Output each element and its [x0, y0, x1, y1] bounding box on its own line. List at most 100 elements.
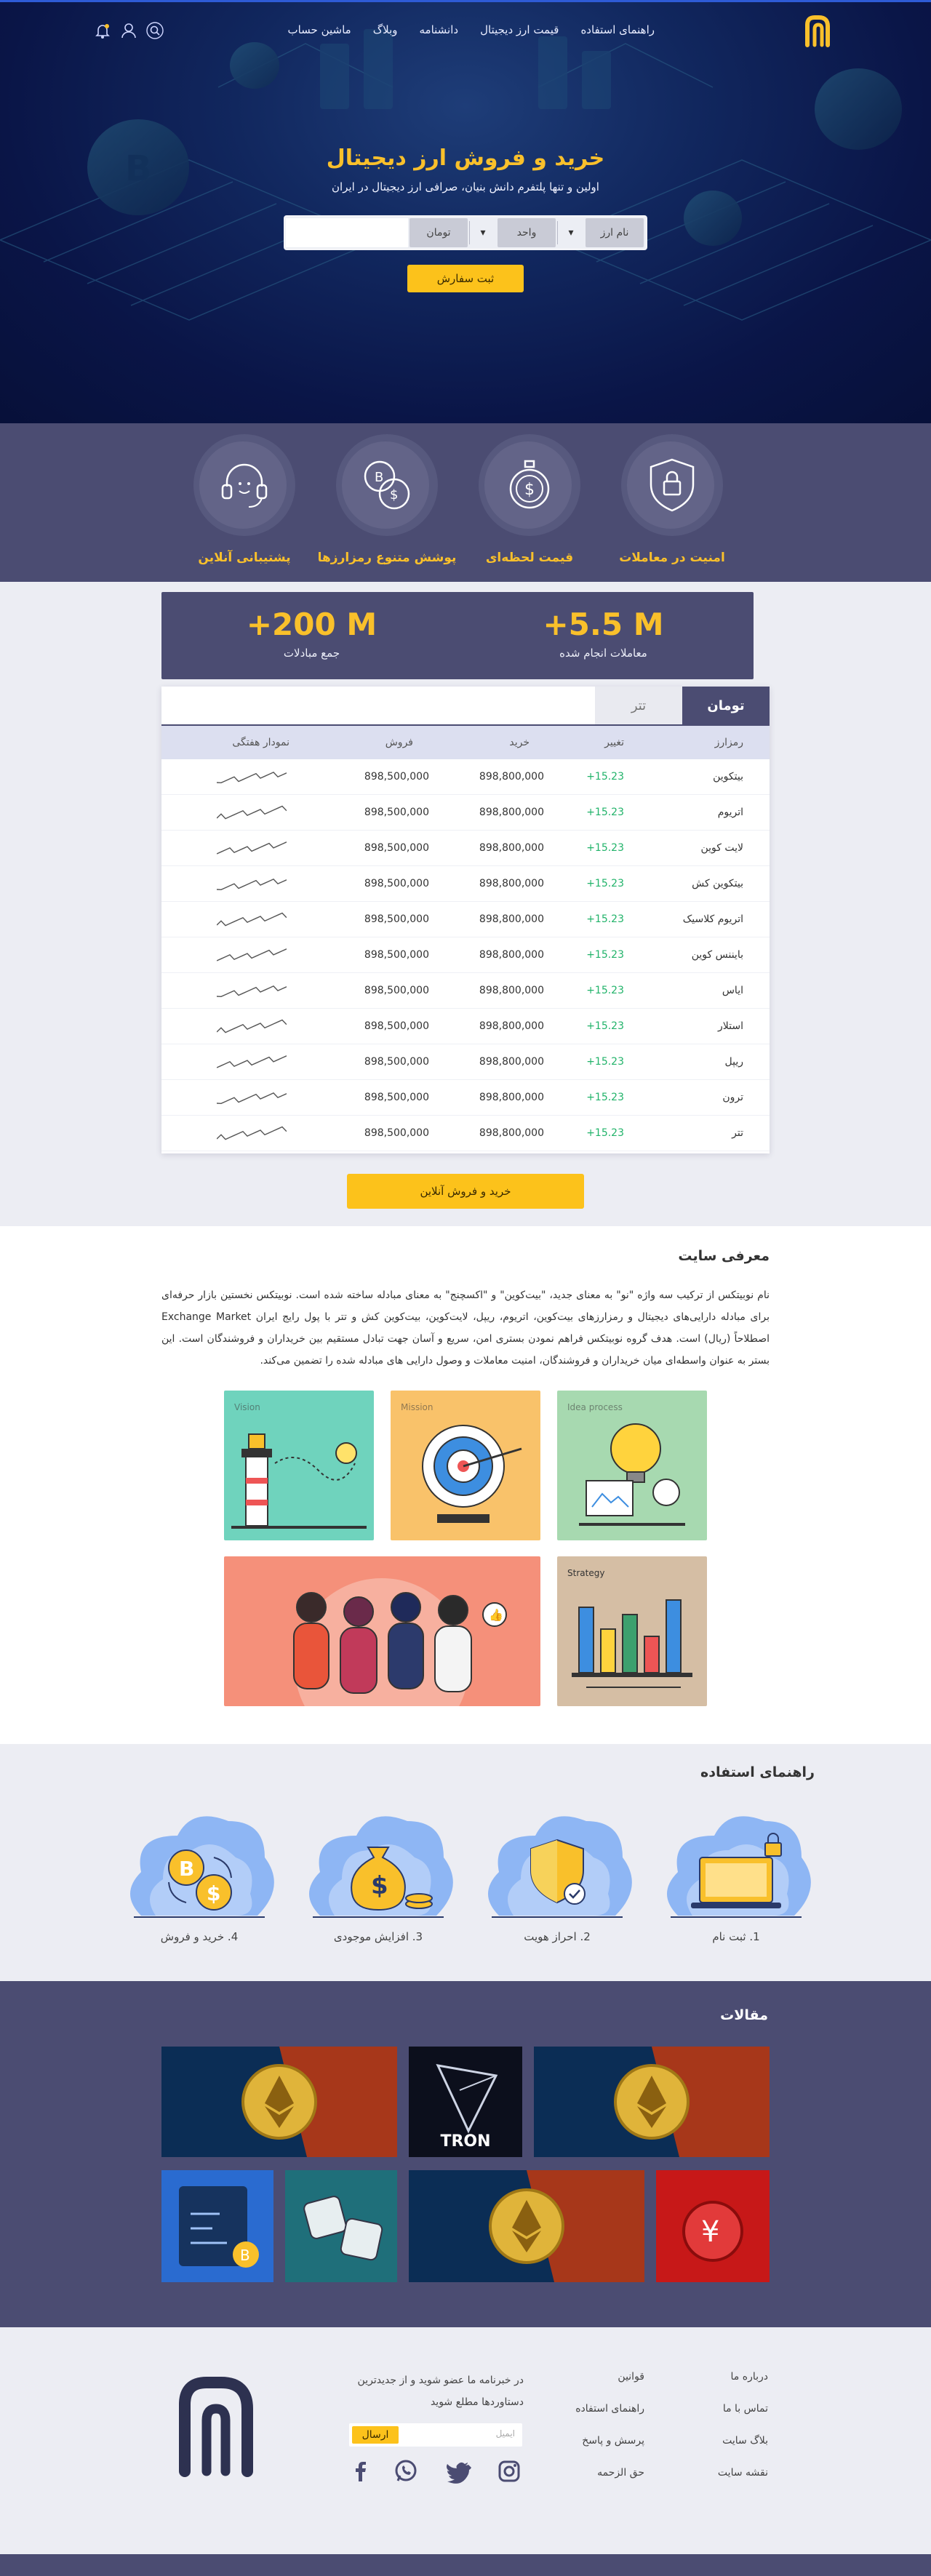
- feature-security: امنیت در معاملات: [599, 434, 745, 565]
- column-header-sell: فروش: [385, 737, 413, 748]
- step-verify: 2. احراز هویت: [477, 1807, 637, 1943]
- weekly-sparkline: [217, 879, 287, 891]
- table-row[interactable]: استلار +15.23 898,800,000 898,500,000: [161, 1009, 770, 1044]
- footer-link-blog[interactable]: بلاگ سایت: [722, 2435, 768, 2447]
- crypto-circuit-image: B: [161, 2170, 273, 2282]
- coin-name: لایت کوین: [700, 842, 743, 854]
- feature-live-price: $ قیمت لحظه‌ای: [457, 434, 602, 565]
- footer-link-sitemap[interactable]: نقشه سایت: [718, 2467, 768, 2479]
- footer-link-faq[interactable]: پرسش و پاسخ: [582, 2435, 644, 2447]
- buy-price: 898,800,000: [479, 1020, 544, 1032]
- illustration-caption: Mission: [401, 1402, 433, 1412]
- column-header-coin: رمزارز: [714, 737, 743, 748]
- about-section: معرفی سایت نام نوبیتکس از ترکیب سه واژه …: [0, 1226, 931, 1744]
- article-card[interactable]: [285, 2170, 397, 2282]
- table-row[interactable]: لایت کوین +15.23 898,800,000 898,500,000: [161, 831, 770, 866]
- table-row[interactable]: تتر +15.23 898,800,000 898,500,000: [161, 1116, 770, 1151]
- articles-title: مقالات: [720, 2007, 768, 2023]
- table-row[interactable]: ریپل +15.23 898,800,000 898,500,000: [161, 1044, 770, 1080]
- coin-name: بایننس کوین: [691, 949, 743, 961]
- stat-label: جمع مبادلات: [283, 647, 340, 660]
- price-change: +15.23: [586, 1056, 624, 1068]
- nav-link-blog[interactable]: وبلاگ: [373, 23, 398, 36]
- illustration-caption: Vision: [234, 1402, 260, 1412]
- price-change: +15.23: [586, 807, 624, 818]
- top-accent-line: [0, 0, 931, 2]
- table-row[interactable]: بیتکوین +15.23 898,800,000 898,500,000: [161, 759, 770, 795]
- buy-price: 898,800,000: [479, 771, 544, 783]
- bottom-bar: [0, 2554, 931, 2576]
- coin-name: بیتکوین: [713, 771, 743, 783]
- step-label: 4. خرید و فروش: [160, 1930, 239, 1943]
- price-change: +15.23: [586, 1127, 624, 1139]
- buy-price: 898,800,000: [479, 949, 544, 961]
- table-row[interactable]: ترون +15.23 898,800,000 898,500,000: [161, 1080, 770, 1116]
- footer-link-contact[interactable]: تماس با ما: [723, 2403, 768, 2415]
- table-row[interactable]: بایننس کوین +15.23 898,800,000 898,500,000: [161, 937, 770, 973]
- price-change: +15.23: [586, 1092, 624, 1103]
- whatsapp-icon[interactable]: [393, 2458, 419, 2484]
- nav-link-guide[interactable]: راهنمای استفاده: [580, 23, 655, 36]
- article-card[interactable]: [534, 2047, 770, 2157]
- stat-volume: +200 M جمع مبادلات: [161, 592, 462, 679]
- target-icon: [422, 1425, 522, 1523]
- article-card[interactable]: B: [161, 2170, 273, 2282]
- chess-chart-icon: [572, 1599, 692, 1688]
- table-header: رمزارز تغییر خرید فروش نمودار هفتگی: [161, 724, 770, 759]
- sell-price: 898,500,000: [364, 949, 429, 961]
- sell-price: 898,500,000: [364, 1092, 429, 1103]
- currency-select[interactable]: نام ارز: [586, 218, 644, 247]
- article-card[interactable]: [409, 2170, 644, 2282]
- svg-text:$: $: [371, 1871, 388, 1900]
- coin-name: ترون: [722, 1092, 743, 1103]
- notification-bell-icon[interactable]: [93, 21, 112, 40]
- tab-tether[interactable]: تتر: [595, 687, 682, 724]
- table-row[interactable]: ایاس +15.23 898,800,000 898,500,000: [161, 973, 770, 1009]
- article-card[interactable]: ¥: [656, 2170, 770, 2282]
- footer-link-guide[interactable]: راهنمای استفاده: [575, 2403, 644, 2415]
- footer-link-fees[interactable]: حق الزحمه: [597, 2467, 644, 2479]
- buy-price: 898,800,000: [479, 807, 544, 818]
- user-icon[interactable]: [119, 21, 138, 40]
- newsletter-email-input[interactable]: ایمیل: [496, 2428, 515, 2439]
- nav-link-encyclopedia[interactable]: دانشنامه: [420, 23, 459, 36]
- strategy-illustration: Strategy: [557, 1556, 707, 1706]
- chevron-down-icon[interactable]: ▾: [558, 218, 584, 247]
- article-card[interactable]: [161, 2047, 397, 2157]
- twitter-icon[interactable]: [445, 2458, 471, 2484]
- submit-order-button[interactable]: ثبت سفارش: [407, 265, 524, 292]
- table-row[interactable]: بیتکوین کش +15.23 898,800,000 898,500,000: [161, 866, 770, 902]
- amount-input[interactable]: [286, 218, 408, 247]
- nav-link-prices[interactable]: قیمت ارز دیجیتال: [480, 23, 559, 36]
- buy-sell-online-button[interactable]: خرید و فروش آنلاین: [347, 1174, 584, 1209]
- instagram-icon[interactable]: [496, 2458, 522, 2484]
- newsletter-submit-button[interactable]: ارسال: [352, 2426, 399, 2444]
- step-trade: B $ 4. خرید و فروش: [119, 1807, 279, 1943]
- tab-toman[interactable]: تومان: [682, 687, 770, 724]
- table-row[interactable]: اتریوم +15.23 898,800,000 898,500,000: [161, 795, 770, 831]
- buy-price: 898,800,000: [479, 878, 544, 889]
- nav-link-calculator[interactable]: ماشین حساب: [287, 23, 351, 36]
- weekly-sparkline: [217, 772, 287, 784]
- article-card[interactable]: TRON: [409, 2047, 522, 2157]
- chevron-down-icon[interactable]: ▾: [470, 218, 496, 247]
- ethereum-coin-image: [409, 2170, 644, 2282]
- svg-text:B: B: [179, 1857, 194, 1881]
- unit-select[interactable]: واحد: [498, 218, 556, 247]
- laptop-lock-icon: [667, 1816, 811, 1918]
- coin-name: ریپل: [724, 1056, 743, 1068]
- nav-icons: [93, 21, 164, 40]
- svg-text:$: $: [207, 1881, 220, 1905]
- buy-price: 898,800,000: [479, 842, 544, 854]
- footer-link-about[interactable]: درباره ما: [731, 2371, 768, 2383]
- weekly-sparkline: [217, 985, 287, 998]
- footer-brand-logo: [179, 2377, 253, 2477]
- facebook-icon[interactable]: [348, 2458, 374, 2484]
- table-row[interactable]: اتریوم کلاسیک +15.23 898,800,000 898,500,00…: [161, 902, 770, 937]
- weekly-sparkline: [217, 805, 287, 820]
- weekly-sparkline: [217, 1055, 287, 1068]
- brand-logo[interactable]: [800, 13, 836, 49]
- search-icon[interactable]: [145, 21, 164, 40]
- footer-link-rules[interactable]: قوانین: [618, 2371, 644, 2383]
- shield-check-icon: [488, 1816, 632, 1918]
